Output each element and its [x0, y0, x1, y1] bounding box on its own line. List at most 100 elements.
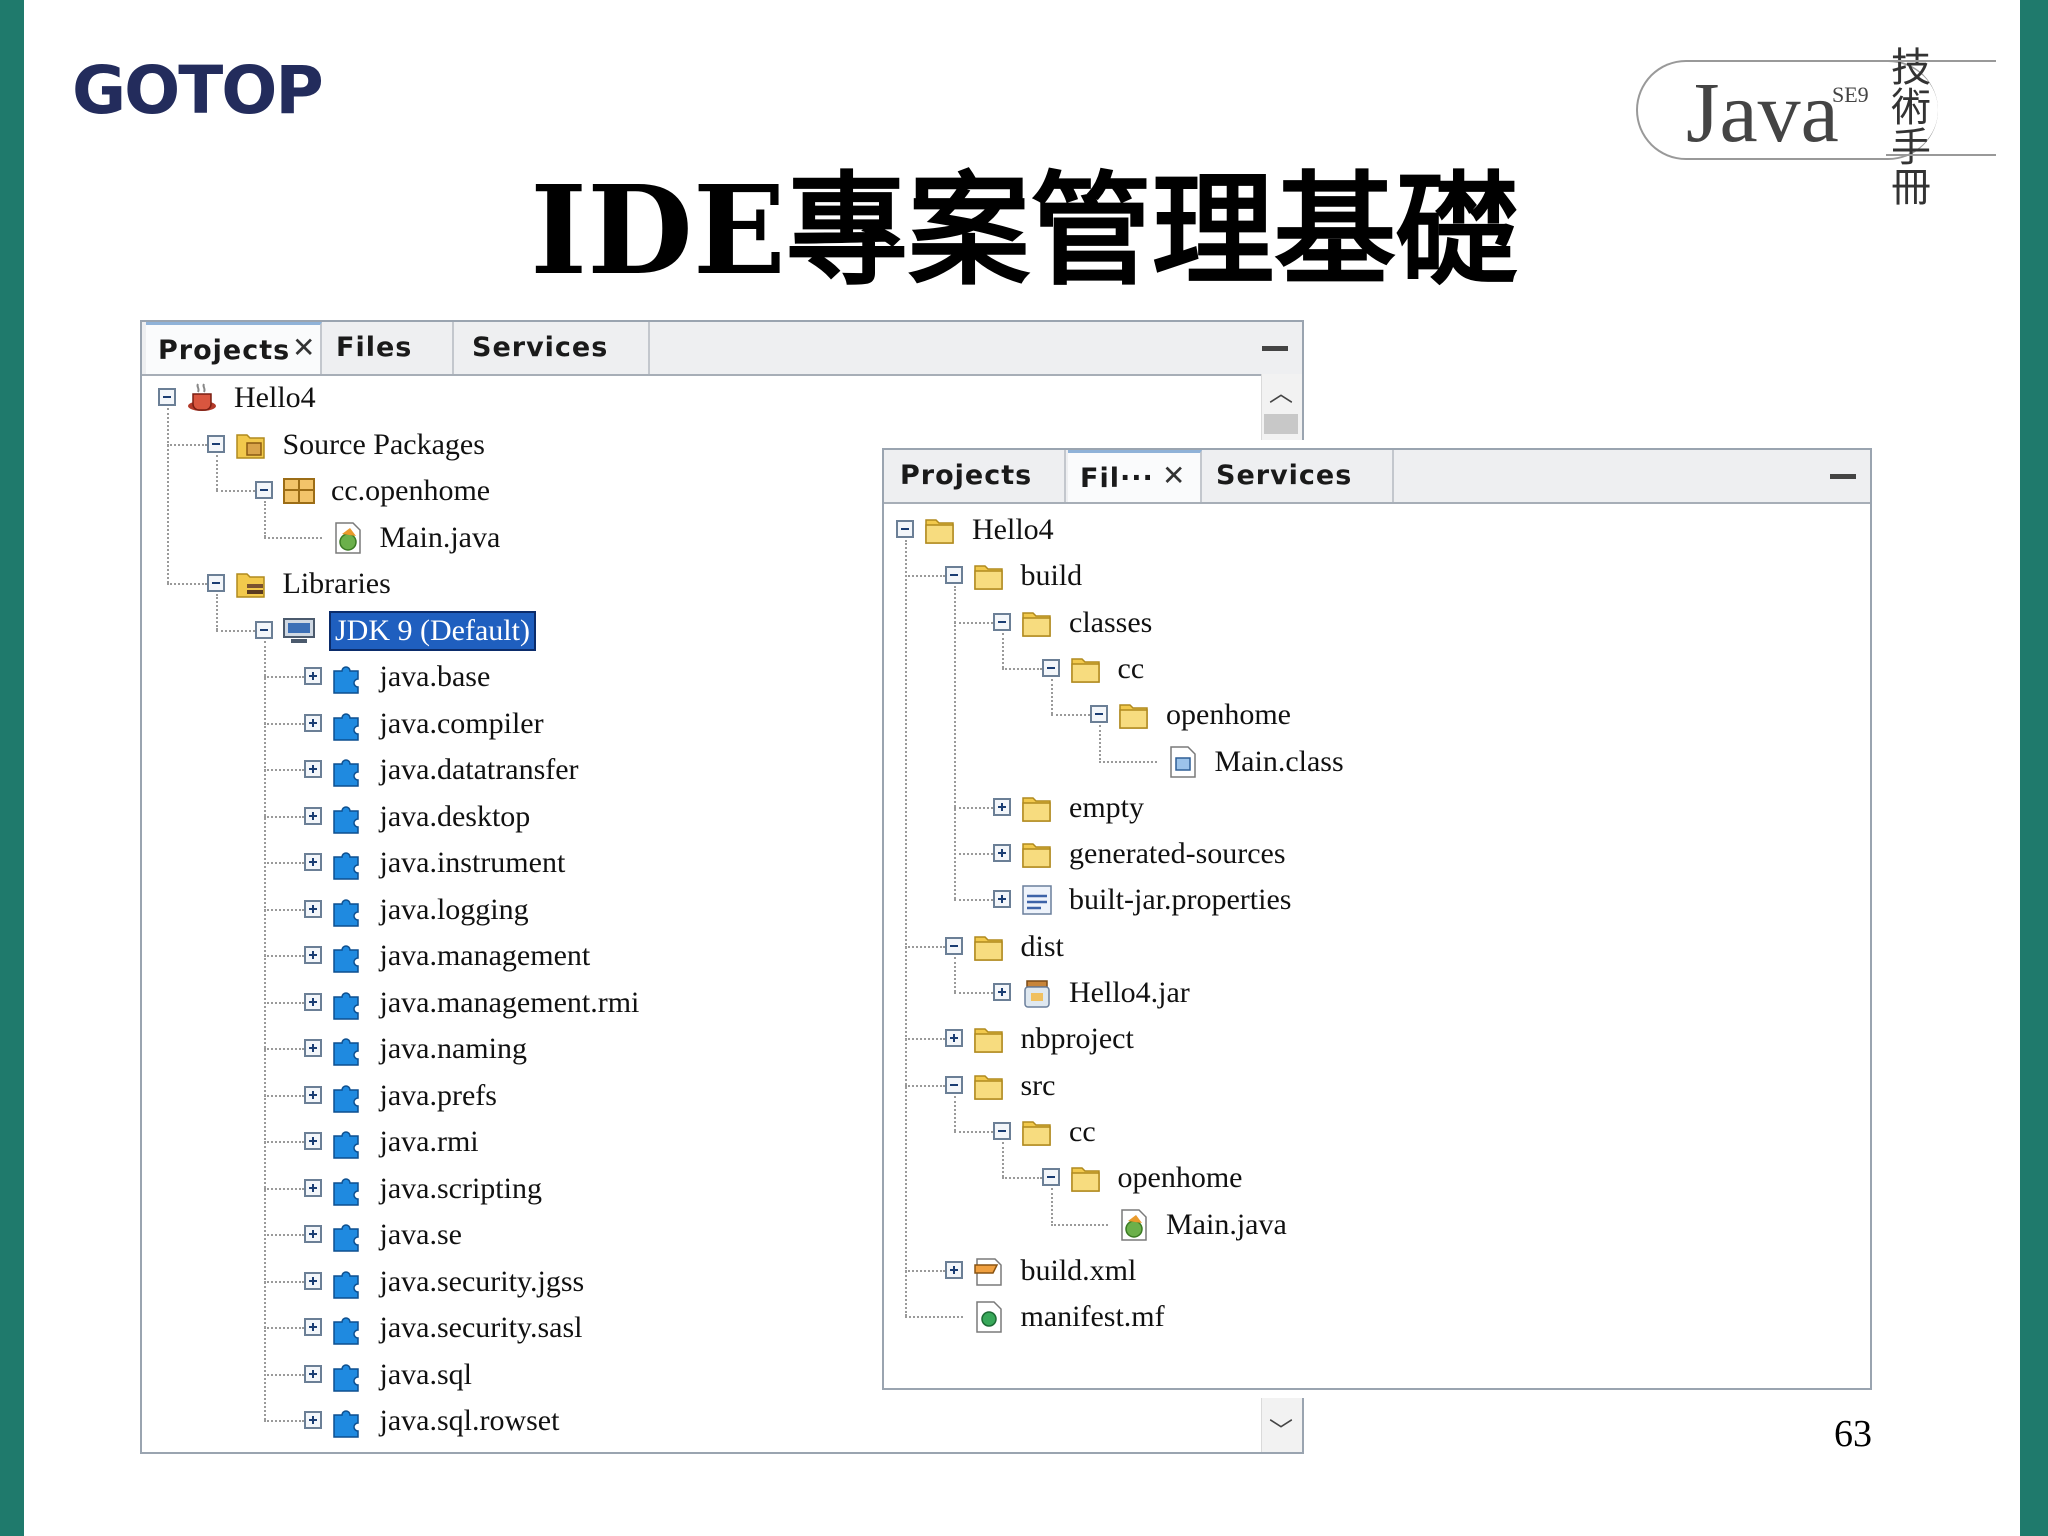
tab-projects[interactable]: Projects	[888, 450, 1066, 502]
module-icon	[330, 659, 366, 695]
tree-node-label: java.management.rmi	[379, 985, 640, 1019]
tree-node[interactable]: src	[884, 1066, 1870, 1106]
module-icon	[330, 938, 366, 974]
tab-files[interactable]: Files	[324, 322, 454, 374]
module-icon	[330, 1403, 366, 1439]
expand-icon[interactable]	[303, 667, 322, 685]
tree-node[interactable]: Hello4	[142, 378, 1302, 418]
tree-node[interactable]: java.sql.rowset	[142, 1401, 1302, 1441]
collapse-icon[interactable]	[1041, 658, 1060, 677]
expand-icon[interactable]	[303, 1039, 322, 1057]
badge-handwritten: 技術手冊	[1891, 45, 1931, 211]
module-icon	[330, 1310, 366, 1346]
tree-node-label: java.se	[379, 1218, 462, 1251]
tree-node-label: java.logging	[379, 892, 529, 926]
scroll-down-icon[interactable]: ﹀	[1266, 1416, 1296, 1446]
minimize-panel-icon[interactable]	[1830, 474, 1856, 479]
tree-node[interactable]: Hello4.jar	[884, 973, 1870, 1013]
folder-icon	[1068, 651, 1104, 687]
expand-icon[interactable]	[944, 1029, 963, 1048]
page-number: 63	[1834, 1413, 1872, 1455]
collapse-icon[interactable]	[1090, 705, 1108, 724]
tree-node[interactable]: Hello4	[884, 510, 1870, 550]
expand-icon[interactable]	[303, 806, 322, 825]
java-file-icon	[1116, 1207, 1152, 1243]
expand-icon[interactable]	[993, 890, 1011, 909]
tree-node[interactable]: build.xml	[884, 1251, 1870, 1291]
expand-icon[interactable]	[944, 1260, 963, 1279]
expand-icon[interactable]	[303, 760, 322, 778]
expand-icon[interactable]	[303, 853, 322, 871]
expand-icon[interactable]	[303, 1178, 322, 1197]
tree-node[interactable]: classes	[884, 603, 1870, 643]
folder-icon	[1019, 605, 1055, 641]
collapse-icon[interactable]	[896, 520, 914, 538]
collapse-icon[interactable]	[1041, 1168, 1060, 1187]
minimize-panel-icon[interactable]	[1262, 346, 1288, 351]
tree-node-label: openhome	[1166, 698, 1291, 732]
tree-node[interactable]: manifest.mf	[884, 1297, 1870, 1337]
projects-panel-tabbar: Projects ✕ Files Services	[142, 322, 1302, 376]
tree-node[interactable]: cc	[884, 1112, 1870, 1152]
tree-node[interactable]: cc	[884, 649, 1870, 689]
scroll-up-icon[interactable]: ︿	[1266, 378, 1296, 408]
tree-node[interactable]: generated-sources	[884, 834, 1870, 874]
tree-node-label: cc	[1117, 651, 1145, 685]
tab-label: Projects	[900, 460, 1033, 491]
expand-icon[interactable]	[303, 1085, 322, 1104]
tab-services[interactable]: Services	[1204, 450, 1394, 502]
folder-icon	[1068, 1160, 1104, 1196]
tree-node-label: Hello4.jar	[1069, 976, 1190, 1009]
collapse-icon[interactable]	[993, 1121, 1011, 1140]
expand-icon[interactable]	[993, 844, 1011, 863]
collapse-icon[interactable]	[206, 574, 225, 592]
expand-icon[interactable]	[303, 1364, 322, 1383]
tree-node[interactable]: openhome	[884, 1158, 1870, 1198]
tree-node[interactable]: nbproject	[884, 1019, 1870, 1059]
tab-label: Services	[1216, 460, 1353, 491]
tree-node[interactable]: build	[884, 556, 1870, 596]
tree-node-label: built-jar.properties	[1069, 883, 1292, 917]
collapse-icon[interactable]	[255, 620, 273, 639]
expand-icon[interactable]	[303, 1225, 322, 1243]
collapse-icon[interactable]	[158, 388, 176, 406]
tree-node[interactable]: dist	[884, 927, 1870, 967]
collapse-icon[interactable]	[944, 936, 963, 955]
tree-node-label: java.sql	[379, 1357, 472, 1391]
tree-node-label: manifest.mf	[1020, 1300, 1165, 1334]
jar-file-icon	[1019, 975, 1055, 1011]
tree-node[interactable]: Main.java	[884, 1205, 1870, 1245]
tab-services[interactable]: Services	[460, 322, 650, 374]
expand-icon[interactable]	[303, 1271, 322, 1290]
scroll-thumb[interactable]	[1264, 414, 1298, 434]
tab-label: Projects	[158, 335, 291, 366]
tree-node-label: java.security.jgss	[379, 1264, 585, 1298]
folder-icon	[1019, 836, 1055, 872]
expand-icon[interactable]	[303, 1318, 322, 1336]
coffee-project-icon	[184, 380, 220, 416]
expand-icon[interactable]	[303, 992, 322, 1011]
tree-node[interactable]: built-jar.properties	[884, 880, 1870, 920]
collapse-icon[interactable]	[255, 481, 273, 499]
tree-node-label: dist	[1020, 929, 1064, 963]
expand-icon[interactable]	[993, 797, 1011, 816]
expand-icon[interactable]	[993, 983, 1011, 1001]
expand-icon[interactable]	[303, 713, 322, 732]
collapse-icon[interactable]	[944, 1075, 963, 1094]
collapse-icon[interactable]	[944, 566, 963, 585]
module-icon	[330, 892, 366, 928]
expand-icon[interactable]	[303, 1411, 322, 1429]
collapse-icon[interactable]	[206, 434, 225, 453]
tree-node-label: java.scripting	[379, 1171, 542, 1205]
module-icon	[330, 845, 366, 881]
collapse-icon[interactable]	[993, 612, 1011, 631]
close-tab-icon[interactable]: ✕	[292, 322, 315, 374]
expand-icon[interactable]	[303, 899, 322, 918]
expand-icon[interactable]	[303, 946, 322, 964]
expand-icon[interactable]	[303, 1132, 322, 1150]
close-tab-icon[interactable]: ✕	[1162, 450, 1185, 502]
tree-node[interactable]: Main.class	[884, 742, 1870, 782]
tree-node[interactable]: empty	[884, 788, 1870, 828]
module-icon	[330, 799, 366, 835]
tree-node[interactable]: openhome	[884, 695, 1870, 735]
